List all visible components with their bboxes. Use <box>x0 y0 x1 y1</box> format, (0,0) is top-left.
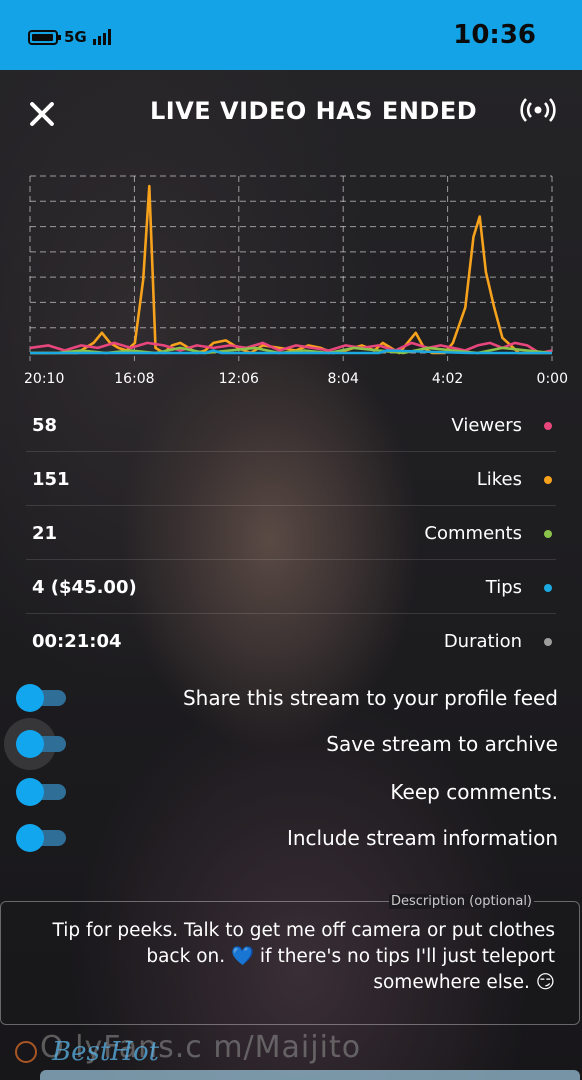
option-toggle[interactable] <box>16 824 66 852</box>
description-field[interactable]: Description (optional) Tip for peeks. Ta… <box>0 894 580 1025</box>
stat-value: 58 <box>32 415 58 436</box>
battery-icon <box>28 29 61 45</box>
option-row: Include stream information <box>0 820 582 860</box>
description-text: Tip for peeks. Talk to get me off camera… <box>52 920 561 993</box>
stat-label: Tips <box>485 577 522 598</box>
clock: 10:36 <box>453 20 536 50</box>
option-row: Share this stream to your profile feed <box>0 680 582 720</box>
network-type: 5G <box>64 28 87 46</box>
live-broadcast-icon <box>520 98 556 122</box>
svg-text:BestHot: BestHot <box>51 1037 160 1067</box>
option-label: Save stream to archive <box>326 732 558 756</box>
page-title: LIVE VIDEO HAS ENDED <box>150 97 478 125</box>
option-row: Keep comments. <box>0 774 582 814</box>
stat-label: Duration <box>443 631 522 652</box>
legend-dot-icon <box>544 530 552 538</box>
signal-icon <box>92 29 111 45</box>
status-bar: 5G 10:36 <box>0 0 582 70</box>
option-label: Keep comments. <box>390 780 558 804</box>
stat-value: 00:21:04 <box>32 631 122 652</box>
option-toggle[interactable] <box>4 718 66 770</box>
stat-label: Viewers <box>451 415 522 436</box>
stat-row-likes: 151 Likes <box>26 452 556 506</box>
stat-label: Likes <box>476 469 522 490</box>
option-toggle[interactable] <box>16 778 66 806</box>
chart-x-tick-label: 4:02 <box>432 371 463 387</box>
stat-row-viewers: 58 Viewers <box>26 398 556 452</box>
watermark-logo: BestHot <box>15 1037 160 1067</box>
option-toggle[interactable] <box>16 684 66 712</box>
stat-value: 151 <box>32 469 70 490</box>
chart-x-tick-label: 12:06 <box>219 371 259 387</box>
legend-dot-icon <box>544 476 552 484</box>
stat-value: 21 <box>32 523 58 544</box>
stat-label: Comments <box>424 523 522 544</box>
legend-dot-icon <box>544 638 552 646</box>
close-icon[interactable] <box>26 98 58 130</box>
home-indicator-bar <box>40 1070 580 1080</box>
chart-x-tick-label: 20:10 <box>24 371 64 387</box>
network-indicator: 5G <box>28 26 111 48</box>
chart-x-tick-label: 0:00 <box>537 371 568 387</box>
chart-x-tick-label: 8:04 <box>327 371 359 387</box>
stream-activity-chart: 0:00 4:02 8:04 12:06 16:08 20:10 <box>24 175 568 387</box>
stat-row-tips: 4 ($45.00) Tips <box>26 560 556 614</box>
option-label: Share this stream to your profile feed <box>182 686 558 710</box>
legend-dot-icon <box>544 422 552 430</box>
chart-x-tick-label: 16:08 <box>114 371 154 387</box>
stat-value: 4 ($45.00) <box>32 577 137 598</box>
legend-dot-icon <box>544 584 552 592</box>
stat-row-duration: 00:21:04 Duration <box>26 614 556 667</box>
option-label: Include stream information <box>286 826 558 850</box>
stat-row-comments: 21 Comments <box>26 506 556 560</box>
description-label: Description (optional) <box>389 894 535 909</box>
option-row: Save stream to archive <box>0 718 582 770</box>
stream-stats: 58 Viewers 151 Likes 21 Comments 4 ($45.00) Tip… <box>26 398 556 667</box>
